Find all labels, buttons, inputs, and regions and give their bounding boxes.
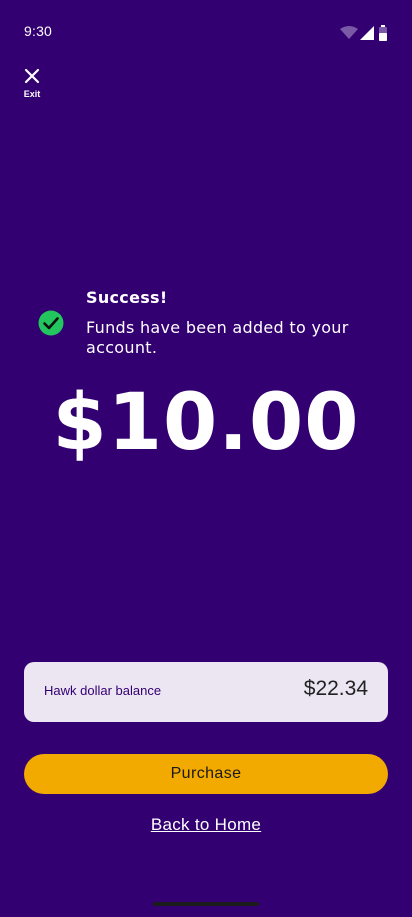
exit-label: Exit <box>23 89 41 99</box>
purchase-button[interactable]: Purchase <box>24 754 388 794</box>
exit-button[interactable]: Exit <box>20 66 44 106</box>
status-icons <box>340 25 390 42</box>
balance-card: Hawk dollar balance $22.34 <box>24 662 388 722</box>
balance-value: $22.34 <box>303 677 368 700</box>
wifi-icon <box>340 26 358 39</box>
check-circle-icon <box>38 310 64 336</box>
back-to-home-link[interactable]: Back to Home <box>0 815 412 835</box>
signal-icon <box>360 26 374 40</box>
success-title: Success! <box>86 288 168 307</box>
status-bar: 9:30 <box>0 0 412 64</box>
balance-label: Hawk dollar balance <box>44 683 162 698</box>
battery-icon <box>379 25 387 41</box>
status-time: 9:30 <box>24 23 53 39</box>
close-icon <box>24 68 40 84</box>
added-amount: $10.00 <box>52 378 360 468</box>
home-indicator[interactable] <box>153 902 259 906</box>
success-description: Funds have been added to your account. <box>86 318 349 357</box>
